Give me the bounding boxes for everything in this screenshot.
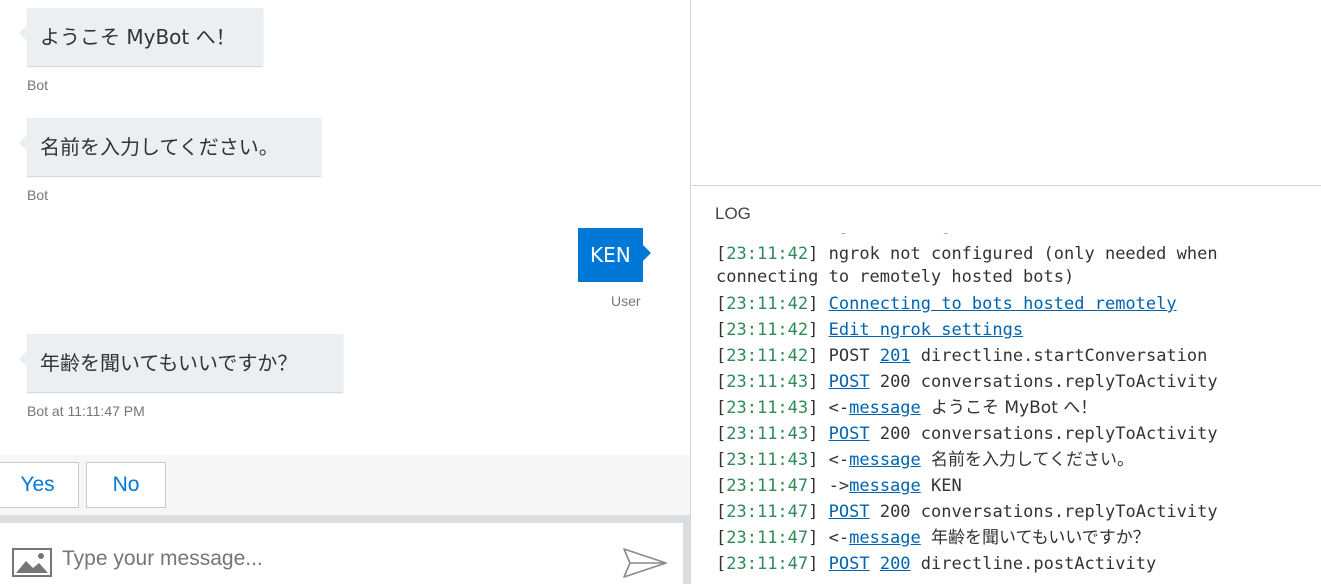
message-sender-label: User (611, 293, 641, 309)
message-composer (0, 515, 690, 584)
log-panel[interactable]: [23:11:42] ngrok configuration file [23:… (716, 233, 1316, 584)
inspector-pane: LOG [23:11:42] ngrok configuration file … (690, 0, 1321, 584)
log-message-link[interactable]: message (849, 528, 921, 548)
log-timestamp: 23:11:42 (726, 244, 809, 264)
message-sender-label: Bot (27, 77, 49, 93)
log-line: [23:11:47] POST 200 conversations.replyT… (716, 502, 1218, 522)
bot-message-bubble: 名前を入力してください。 (19, 118, 321, 176)
log-method-link[interactable]: POST (829, 502, 870, 522)
log-line: [23:11:43] POST 200 conversations.replyT… (716, 372, 1218, 392)
log-direction: <- (828, 450, 850, 470)
chat-pane: ようこそ MyBot へ！ Bot 名前を入力してください。 Bot KEN U… (0, 0, 690, 584)
log-direction: -> (828, 476, 850, 496)
log-timestamp: 23:11:43 (726, 372, 809, 392)
log-line: [23:11:47] <-message 年齢を聞いてもいいですか？ (716, 528, 1150, 548)
log-link[interactable]: Edit ngrok settings (829, 320, 1023, 340)
log-status-link[interactable]: 201 (880, 346, 911, 366)
log-operation: conversations.replyToActivity (920, 424, 1218, 444)
log-timestamp: 23:11:47 (726, 528, 809, 548)
log-clipped-line: [23:11:42] ngrok configuration file (716, 233, 1316, 241)
message-timestamp-label: Bot at 11:11:47 PM (27, 403, 145, 419)
bot-message-text: ようこそ MyBot へ！ (40, 25, 236, 49)
log-line: [23:11:42] Connecting to bots hosted rem… (716, 294, 1177, 314)
log-method: POST (828, 346, 870, 366)
log-status: 200 (879, 424, 911, 444)
log-method-link[interactable]: POST (829, 424, 870, 444)
suggested-actions-bar: Yes No (0, 455, 690, 515)
log-line: [23:11:47] ->message KEN (716, 476, 962, 496)
log-timestamp: 23:11:43 (726, 398, 809, 418)
image-upload-icon[interactable] (12, 548, 52, 577)
log-message-text: ようこそ MyBot へ！ (931, 398, 1098, 418)
log-operation: directline.startConversation (920, 346, 1208, 366)
log-operation: directline.postActivity (920, 554, 1157, 574)
log-direction: <- (828, 398, 850, 418)
log-timestamp: 23:11:43 (726, 450, 809, 470)
log-message-text: KEN (931, 476, 962, 496)
log-status: 200 (879, 372, 911, 392)
log-line: [23:11:43] POST 200 conversations.replyT… (716, 424, 1218, 444)
log-timestamp: 23:11:47 (726, 502, 809, 522)
detail-panel (691, 0, 1321, 186)
bot-message-text: 名前を入力してください。 (40, 135, 279, 159)
message-input-box (0, 523, 683, 584)
log-timestamp: 23:11:42 (726, 294, 809, 314)
log-operation: conversations.replyToActivity (920, 372, 1218, 392)
user-message-text: KEN (590, 243, 631, 267)
log-line: [23:11:42] ngrok not configured (only ne… (716, 244, 1218, 287)
log-line: [23:11:42] POST 201 directline.startConv… (716, 346, 1208, 366)
log-timestamp: 23:11:42 (726, 320, 809, 340)
log-direction: <- (828, 528, 850, 548)
log-method-link[interactable]: POST (829, 372, 870, 392)
log-line: [23:11:42] Edit ngrok settings (716, 320, 1024, 340)
log-timestamp: 23:11:43 (726, 424, 809, 444)
log-method-link[interactable]: POST (829, 554, 870, 574)
log-status: 200 (879, 502, 911, 522)
log-timestamp: 23:11:47 (726, 554, 809, 574)
log-message-link[interactable]: message (849, 450, 921, 470)
suggested-action-yes-button[interactable]: Yes (0, 462, 79, 508)
log-line: [23:11:43] <-message ようこそ MyBot へ！ (716, 398, 1098, 418)
log-timestamp: 23:11:47 (726, 476, 809, 496)
log-link[interactable]: Connecting to bots hosted remotely (829, 294, 1177, 314)
log-message-text: 年齢を聞いてもいいですか？ (931, 528, 1150, 548)
log-timestamp: 23:11:42 (726, 346, 809, 366)
log-line: [23:11:43] <-message 名前を入力してください。 (716, 450, 1134, 470)
log-message-text: 名前を入力してください。 (931, 450, 1134, 470)
log-message-link[interactable]: message (849, 476, 921, 496)
message-sender-label: Bot (27, 187, 49, 203)
bot-message-bubble: 年齢を聞いてもいいですか？ (19, 334, 343, 392)
log-operation: conversations.replyToActivity (920, 502, 1218, 522)
log-message-link[interactable]: message (849, 398, 921, 418)
bot-message-bubble: ようこそ MyBot へ！ (19, 8, 263, 66)
log-line: [23:11:47] POST 200 directline.postActiv… (716, 554, 1157, 574)
user-message-bubble: KEN (578, 228, 651, 282)
bot-message-text: 年齢を聞いてもいいですか？ (40, 351, 298, 375)
log-panel-title: LOG (715, 204, 751, 223)
message-input[interactable] (60, 543, 604, 575)
suggested-action-no-button[interactable]: No (86, 462, 166, 508)
send-icon[interactable] (622, 547, 668, 579)
log-status-link[interactable]: 200 (880, 554, 911, 574)
